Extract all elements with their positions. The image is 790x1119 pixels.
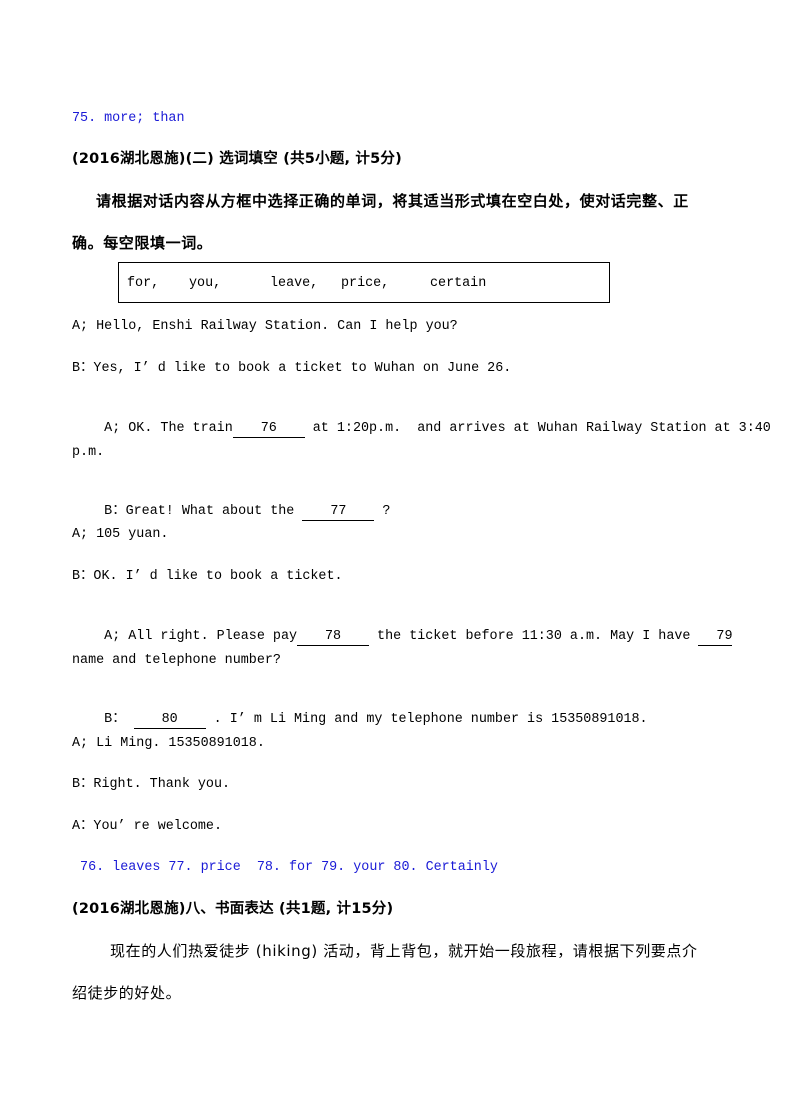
dialogue-line: A; OK. The train 76 at 1:20p.m. and arriv… xyxy=(72,402,771,456)
blank-76[interactable]: 76 xyxy=(232,421,305,438)
dialogue-text: B：Great! What about the xyxy=(104,504,303,519)
word-option: you, xyxy=(189,276,222,291)
section-heading-writing: (2016湖北恩施)八、书面表达 (共1题, 计15分) xyxy=(72,901,394,917)
dialogue-line: A; 105 yuan. xyxy=(72,527,169,542)
blank-78[interactable]: 78 xyxy=(297,629,370,646)
dialogue-text: the ticket before 11:30 a.m. May I have xyxy=(369,629,699,644)
previous-answer: 75. more; than xyxy=(72,111,185,126)
document-page: 75. more; than (2016湖北恩施)(二) 选词填空 (共5小题,… xyxy=(0,0,790,1119)
dialogue-text: . I’ m Li Ming and my telephone number i… xyxy=(205,712,648,727)
word-option: price, xyxy=(341,276,390,291)
dialogue-text: A; OK. The train xyxy=(104,421,233,436)
word-option: certain xyxy=(430,276,487,291)
blank-80[interactable]: 80 xyxy=(133,712,206,729)
writing-prompt-line-1: 现在的人们热爱徒步 (hiking) 活动，背上背包，就开始一段旅程，请根据下列… xyxy=(110,942,698,960)
blank-79[interactable]: 79 xyxy=(698,629,733,646)
word-option: leave, xyxy=(270,276,319,291)
instruction-line-1: 请根据对话内容从方框中选择正确的单词，将其适当形式填在空白处，使对话完整、正 xyxy=(96,192,689,210)
blank-77[interactable]: 77 xyxy=(302,504,375,521)
dialogue-text: ? xyxy=(374,504,391,519)
instruction-line-2: 确。每空限填一词。 xyxy=(72,234,213,252)
word-option: for, xyxy=(127,276,160,291)
dialogue-text: A; All right. Please pay xyxy=(104,629,298,644)
dialogue-line: p.m. xyxy=(72,445,105,460)
dialogue-line: A; Li Ming. 15350891018. xyxy=(72,736,265,751)
dialogue-text: B： xyxy=(104,712,134,727)
dialogue-line: A; Hello, Enshi Railway Station. Can I h… xyxy=(72,319,458,334)
dialogue-line: B：Yes, I’ d like to book a ticket to Wuh… xyxy=(72,361,512,376)
dialogue-line: A：You’ re welcome. xyxy=(72,819,222,834)
answer-key: 76. leaves 77. price 78. for 79. your 80… xyxy=(72,860,498,875)
dialogue-text: at 1:20p.m. and arrives at Wuhan Railway… xyxy=(304,421,771,436)
dialogue-line: B：Right. Thank you. xyxy=(72,777,231,792)
dialogue-line: B：OK. I’ d like to book a ticket. xyxy=(72,569,343,584)
dialogue-line: name and telephone number? xyxy=(72,653,281,668)
writing-prompt-line-2: 绍徒步的好处。 xyxy=(72,984,182,1002)
section-heading-vocabulary: (2016湖北恩施)(二) 选词填空 (共5小题, 计5分) xyxy=(72,151,402,167)
word-box: for, you, leave, price, certain xyxy=(118,262,610,303)
